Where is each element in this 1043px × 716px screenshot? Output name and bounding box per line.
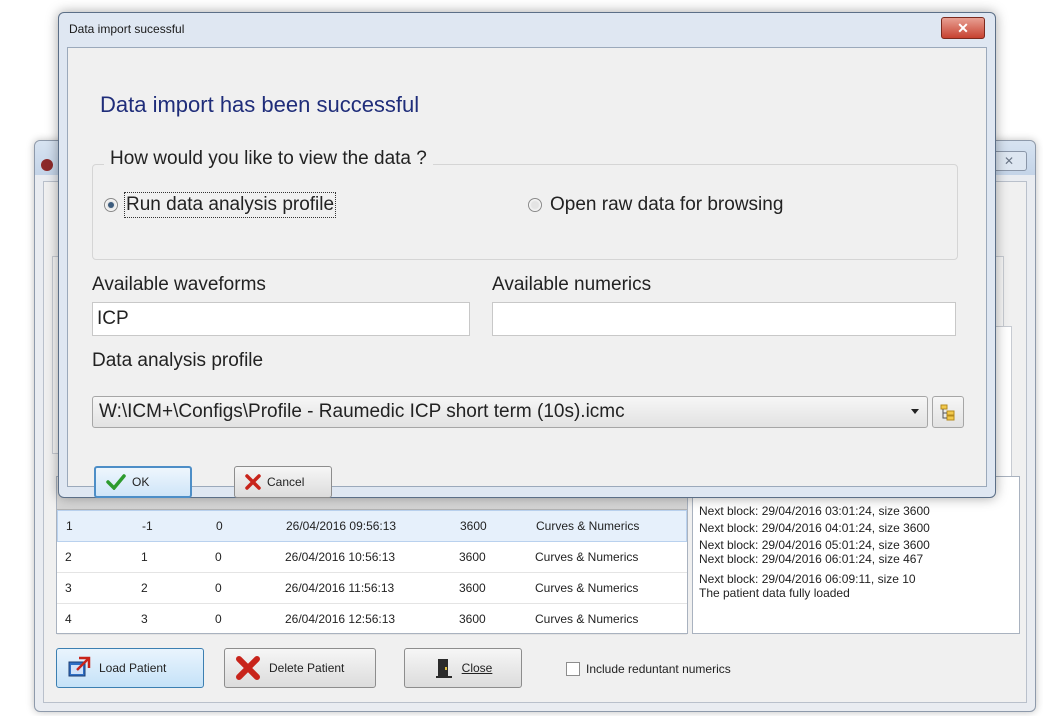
cell-type: Curves & Numerics: [535, 550, 639, 564]
table-row[interactable]: 2 1 0 26/04/2016 10:56:13 3600 Curves & …: [57, 542, 687, 573]
checkmark-icon: [106, 474, 126, 490]
radio-open-raw[interactable]: Open raw data for browsing: [528, 194, 783, 216]
cell-size: 3600: [459, 550, 486, 564]
numerics-label: Available numerics: [492, 274, 652, 295]
cell-id: 2: [141, 581, 148, 595]
ok-button[interactable]: OK: [94, 466, 192, 498]
cancel-label: Cancel: [267, 475, 305, 489]
delete-patient-label: Delete Patient: [269, 661, 345, 675]
include-redundant-checkbox[interactable]: Include reduntant numerics: [566, 662, 731, 676]
profile-select[interactable]: W:\ICM+\Configs\Profile - Raumedic ICP s…: [92, 396, 928, 428]
close-button[interactable]: Close: [404, 648, 522, 688]
cell-index: 3: [65, 581, 72, 595]
cell-type: Curves & Numerics: [535, 581, 639, 595]
log-line: Next block: 29/04/2016 04:01:24, size 36…: [699, 521, 930, 535]
waveforms-label: Available waveforms: [92, 274, 266, 295]
table-row[interactable]: 1 -1 0 26/04/2016 09:56:13 3600 Curves &…: [57, 510, 687, 542]
cell-size: 3600: [459, 581, 486, 595]
include-redundant-label: Include reduntant numerics: [586, 662, 731, 676]
app-icon: [41, 159, 53, 171]
patients-table: 1 -1 0 26/04/2016 09:56:13 3600 Curves &…: [56, 476, 688, 635]
cell-index: 1: [66, 519, 73, 533]
door-icon: [435, 659, 452, 678]
load-patient-button[interactable]: Load Patient: [56, 648, 204, 688]
dialog-close-button[interactable]: ✕: [941, 17, 985, 39]
waveforms-field[interactable]: ICP: [92, 302, 470, 336]
load-patient-icon: [68, 656, 91, 677]
numerics-field[interactable]: [492, 302, 956, 336]
delete-icon: [236, 656, 260, 680]
cell-flag: 0: [215, 612, 222, 626]
radio-open-raw-label: Open raw data for browsing: [550, 194, 784, 215]
chevron-down-icon[interactable]: [911, 409, 919, 414]
cell-flag: 0: [215, 550, 222, 564]
log-line: Next block: 29/04/2016 06:01:24, size 46…: [699, 552, 924, 566]
ok-label: OK: [132, 475, 150, 489]
radio-dot-icon[interactable]: [104, 198, 118, 212]
cell-index: 2: [65, 550, 72, 564]
cell-type: Curves & Numerics: [536, 519, 640, 533]
dialog-title: Data import sucessful: [69, 22, 185, 36]
close-label: Close: [461, 661, 493, 675]
log-line: Next block: 29/04/2016 05:01:24, size 36…: [699, 538, 930, 552]
cell-start-time: 26/04/2016 11:56:13: [285, 581, 395, 595]
cell-id: 1: [141, 550, 148, 564]
log-line: Next block: 29/04/2016 03:01:24, size 36…: [699, 504, 930, 518]
load-log[interactable]: Next block: 29/04/2016 03:01:24, size 36…: [692, 476, 1020, 634]
cell-start-time: 26/04/2016 12:56:13: [285, 612, 396, 626]
main-window-close-icon[interactable]: ✕: [991, 151, 1027, 171]
radio-run-profile-label: Run data analysis profile: [123, 192, 337, 218]
table-row[interactable]: 4 3 0 26/04/2016 12:56:13 3600 Curves & …: [57, 604, 687, 635]
cell-flag: 0: [215, 581, 222, 595]
cell-size: 3600: [460, 519, 487, 533]
folder-tree-icon: [940, 404, 955, 421]
cell-type: Curves & Numerics: [535, 612, 639, 626]
dialog-body: Data import has been successful How woul…: [67, 47, 987, 498]
cancel-button[interactable]: Cancel: [234, 466, 332, 498]
cell-start-time: 26/04/2016 09:56:13: [286, 519, 397, 533]
cell-flag: 0: [216, 519, 223, 533]
cell-size: 3600: [459, 612, 486, 626]
import-success-dialog: Data import sucessful ✕ Data import has …: [58, 12, 996, 498]
log-line: Next block: 29/04/2016 06:09:11, size 10: [699, 572, 916, 586]
cell-id: 3: [141, 612, 148, 626]
view-options-legend: How would you like to view the data ?: [104, 148, 433, 170]
delete-patient-button[interactable]: Delete Patient: [224, 648, 376, 688]
cell-id: -1: [142, 519, 153, 533]
load-patient-label: Load Patient: [99, 661, 167, 675]
table-row[interactable]: 3 2 0 26/04/2016 11:56:13 3600 Curves & …: [57, 573, 687, 604]
profile-label: Data analysis profile: [92, 350, 264, 371]
checkbox-box[interactable]: [566, 662, 580, 676]
cell-start-time: 26/04/2016 10:56:13: [285, 550, 396, 564]
browse-profile-button[interactable]: [932, 396, 964, 428]
cancel-x-icon: [245, 474, 261, 490]
profile-select-value: W:\ICM+\Configs\Profile - Raumedic ICP s…: [99, 401, 625, 422]
cell-index: 4: [65, 612, 72, 626]
log-line: The patient data fully loaded: [699, 586, 850, 600]
radio-dot-icon[interactable]: [528, 198, 542, 212]
radio-run-profile[interactable]: Run data analysis profile: [104, 192, 337, 218]
dialog-heading: Data import has been successful: [100, 92, 420, 117]
